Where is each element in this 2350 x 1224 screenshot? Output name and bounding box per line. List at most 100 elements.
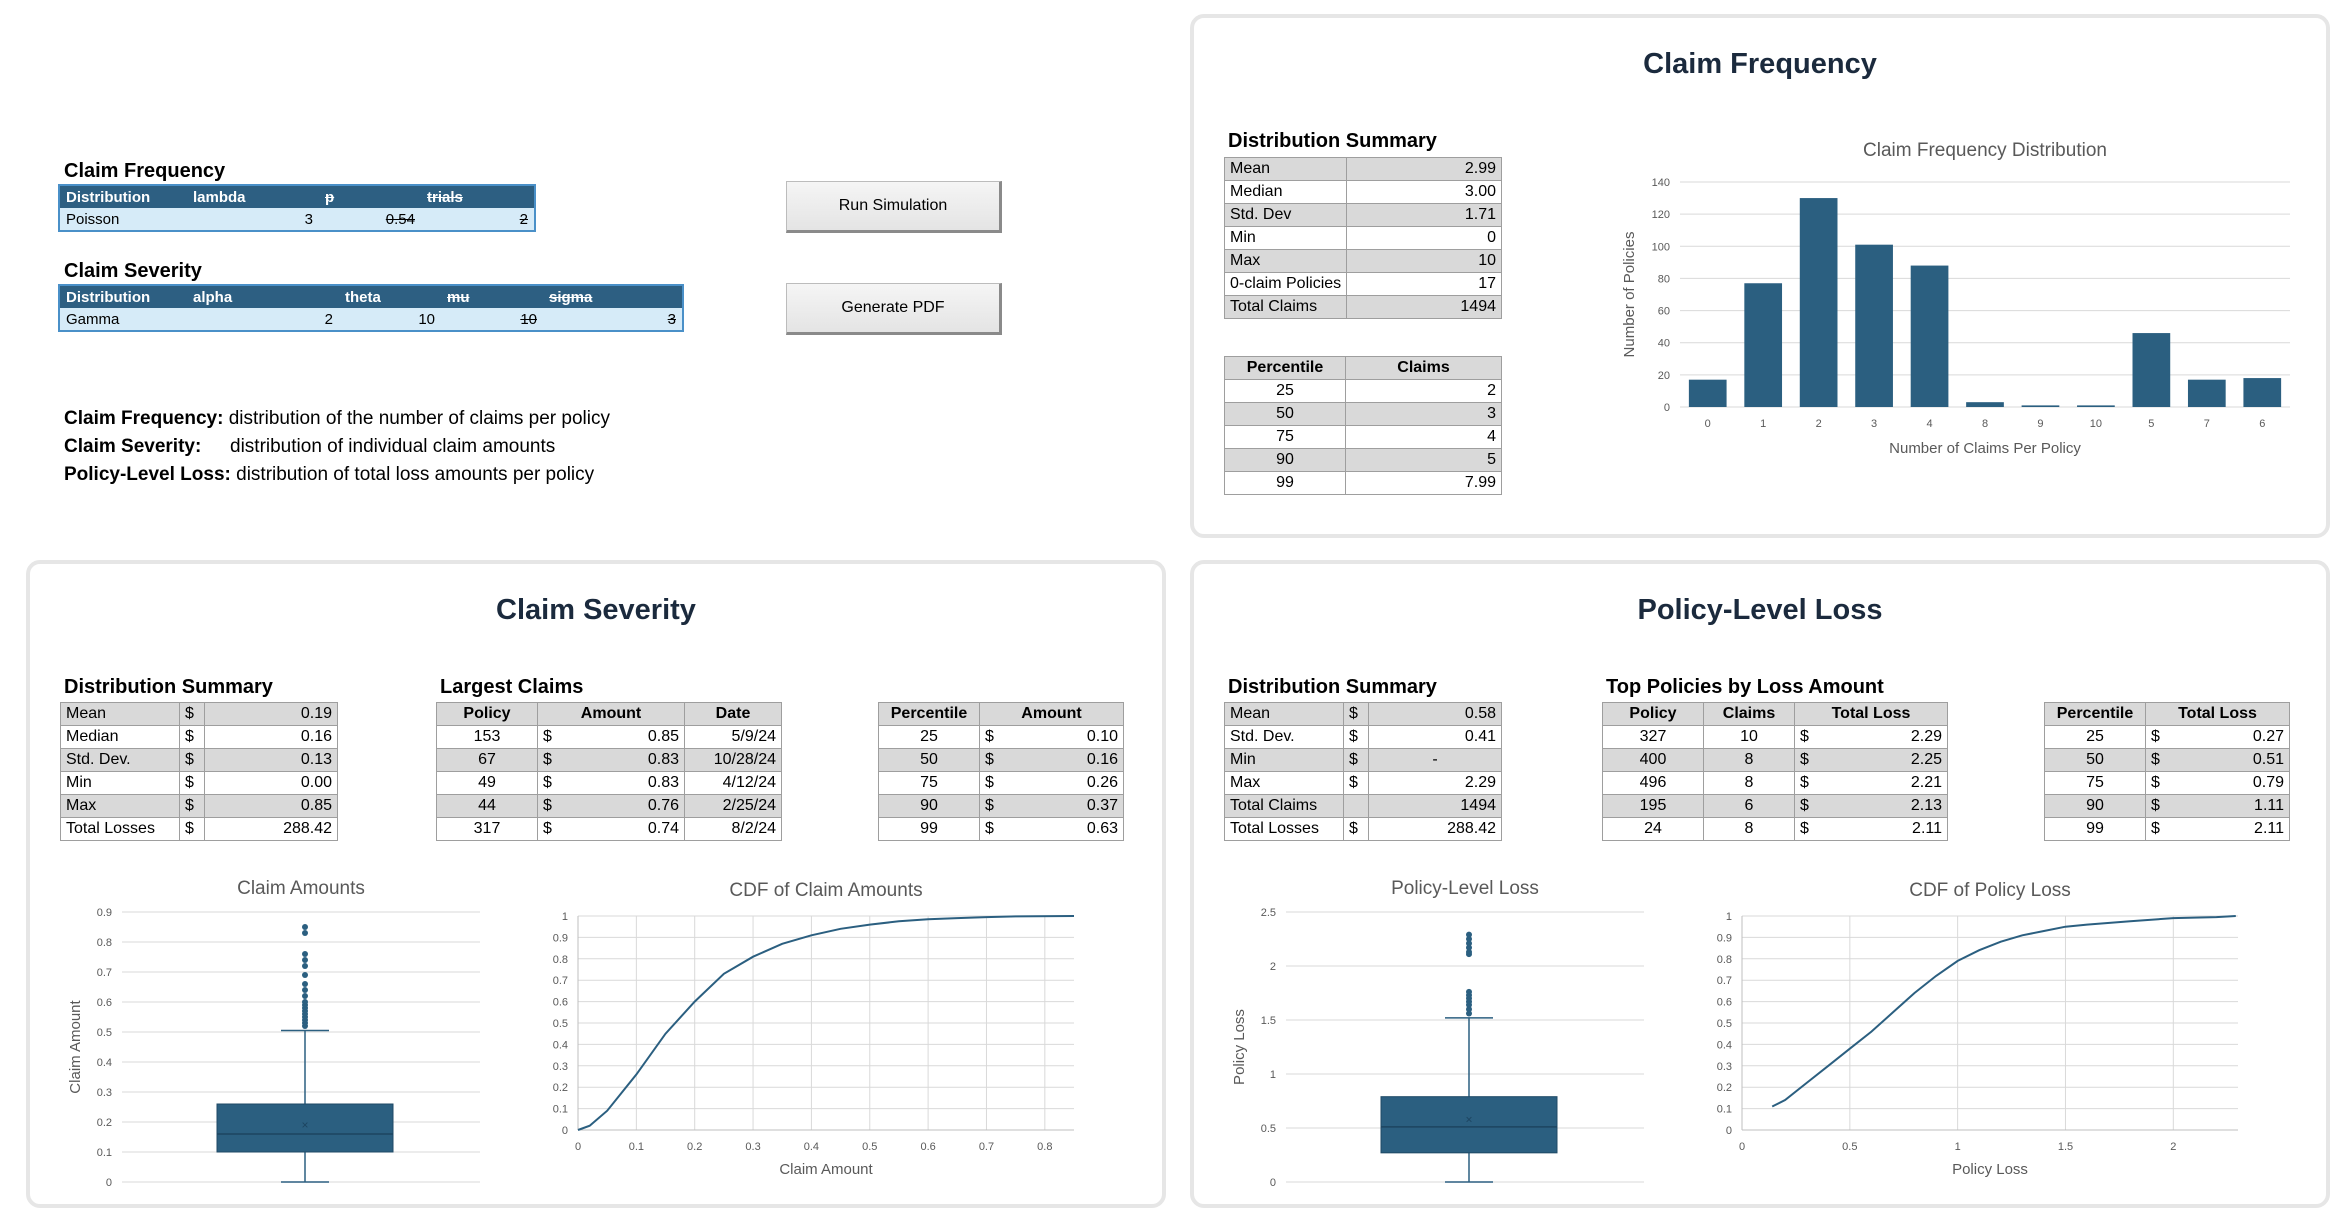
- definition-text: distribution of total loss amounts per p…: [236, 464, 595, 485]
- largest-claims-table: Policy Amount Date 153 $0.85 5/9/24 67 $0.83 1…: [436, 702, 782, 841]
- x-tick-label: 0.5: [1842, 1141, 1857, 1153]
- stat-label: Min: [1223, 226, 1348, 250]
- severity-distribution-cell[interactable]: Gamma: [59, 308, 187, 331]
- stat-value: 288.42: [204, 817, 338, 841]
- frequency-distribution-cell[interactable]: Poisson: [59, 208, 187, 231]
- definition-frequency: Claim Frequency: distribution of the num…: [64, 405, 610, 433]
- alpha-cell[interactable]: 2: [187, 308, 339, 331]
- frequency-input-table: Distribution lambda p trials Poisson 3 0…: [58, 184, 536, 232]
- x-tick-label: 0: [575, 1141, 581, 1153]
- x-axis-label: Claim Amount: [779, 1161, 873, 1178]
- bar: [2077, 405, 2115, 407]
- sigma-cell[interactable]: 3: [543, 308, 683, 331]
- col-percentile: Percentile: [878, 702, 980, 726]
- generate-pdf-button[interactable]: Generate PDF: [786, 283, 1002, 335]
- stat-value: 0.58: [1368, 702, 1502, 726]
- chart-title: Policy-Level Loss: [1391, 878, 1539, 899]
- y-tick-label: 0: [1270, 1177, 1276, 1189]
- x-tick-label: 4: [1926, 418, 1932, 430]
- col-alpha: alpha: [187, 285, 339, 308]
- stat-value: 0.85: [204, 794, 338, 818]
- stat-label: Max: [1223, 249, 1348, 273]
- claims-cell: 10: [1703, 725, 1795, 749]
- mean-marker: ×: [301, 1118, 308, 1132]
- run-simulation-button[interactable]: Run Simulation: [786, 181, 1002, 233]
- percentile-cell: 75: [878, 771, 980, 795]
- p-cell[interactable]: 0.54: [319, 208, 421, 231]
- bar: [1688, 379, 1727, 407]
- value-cell: 0.26: [1004, 771, 1124, 795]
- x-tick-label: 0.7: [979, 1141, 994, 1153]
- currency: $: [1794, 817, 1819, 841]
- percentile-cell: 25: [1224, 379, 1346, 403]
- bar: [2132, 333, 2171, 407]
- x-tick-label: 9: [2037, 418, 2043, 430]
- y-tick-label: 0.1: [97, 1147, 112, 1159]
- col-lambda: lambda: [187, 185, 319, 208]
- stat-value: 0.19: [204, 702, 338, 726]
- theta-cell[interactable]: 10: [339, 308, 441, 331]
- date-cell: 2/25/24: [684, 794, 782, 818]
- value-cell: 0.37: [1004, 794, 1124, 818]
- currency: $: [1343, 702, 1369, 726]
- y-tick-label: 0.7: [97, 967, 112, 979]
- definition-term: Claim Frequency:: [64, 408, 224, 429]
- currency: $: [2145, 817, 2170, 841]
- trials-cell[interactable]: 2: [421, 208, 535, 231]
- stat-value: 0.41: [1368, 725, 1502, 749]
- stat-value: 1494: [1346, 295, 1502, 319]
- stat-value: -: [1368, 748, 1502, 772]
- currency: $: [537, 817, 562, 841]
- date-cell: 4/12/24: [684, 771, 782, 795]
- mean-marker: ×: [1465, 1112, 1472, 1126]
- definition-loss: Policy-Level Loss: distribution of total…: [64, 461, 610, 489]
- y-tick-label: 0.3: [1717, 1061, 1732, 1073]
- y-tick-label: 100: [1652, 241, 1670, 253]
- value-cell: 2: [1345, 379, 1502, 403]
- y-tick-label: 0.8: [1717, 954, 1732, 966]
- frequency-percentile-table: Percentile Claims 25 2 50 3 75 4 90 5 99 7.99: [1224, 356, 1502, 495]
- x-tick-label: 3: [1871, 418, 1877, 430]
- currency: $: [179, 725, 205, 749]
- stat-label: Min: [60, 771, 180, 795]
- stat-value: 1494: [1368, 794, 1502, 818]
- currency: $: [537, 771, 562, 795]
- x-tick-label: 5: [2148, 418, 2154, 430]
- definition-term: Policy-Level Loss:: [64, 464, 231, 485]
- bar: [1910, 265, 1949, 407]
- claims-cell: 8: [1703, 817, 1795, 841]
- stat-label: Total Claims: [1223, 295, 1348, 319]
- outlier-point: [1466, 931, 1472, 938]
- mu-cell[interactable]: 10: [441, 308, 543, 331]
- outlier-point: [302, 930, 308, 936]
- value-cell: 0.79: [2170, 771, 2290, 795]
- policy-cell: 44: [436, 794, 538, 818]
- y-tick-label: 0: [1726, 1125, 1732, 1137]
- percentile-cell: 50: [2044, 748, 2146, 772]
- lambda-cell[interactable]: 3: [187, 208, 319, 231]
- stat-label: Std. Dev.: [60, 748, 180, 772]
- currency: $: [2145, 748, 2170, 772]
- col-policy: Policy: [1602, 702, 1704, 726]
- percentile-cell: 99: [2044, 817, 2146, 841]
- claims-cell: 8: [1703, 771, 1795, 795]
- currency: $: [537, 748, 562, 772]
- y-tick-label: 0.6: [553, 997, 568, 1009]
- y-tick-label: 140: [1652, 177, 1670, 189]
- stat-label: Mean: [60, 702, 180, 726]
- outlier-point: [302, 972, 308, 978]
- x-tick-label: 0.6: [920, 1141, 935, 1153]
- percentile-cell: 50: [1224, 402, 1346, 426]
- value-cell: 5: [1345, 448, 1502, 472]
- stat-label: 0-claim Policies: [1223, 272, 1348, 296]
- percentile-cell: 25: [878, 725, 980, 749]
- policy-cell: 400: [1602, 748, 1704, 772]
- y-tick-label: 0: [106, 1177, 112, 1189]
- stat-value: 1.71: [1346, 203, 1502, 227]
- currency: $: [979, 817, 1004, 841]
- stat-value: 2.99: [1346, 157, 1502, 181]
- policy-cell: 195: [1602, 794, 1704, 818]
- policy-cell: 327: [1602, 725, 1704, 749]
- currency: $: [179, 702, 205, 726]
- col-date: Date: [684, 702, 782, 726]
